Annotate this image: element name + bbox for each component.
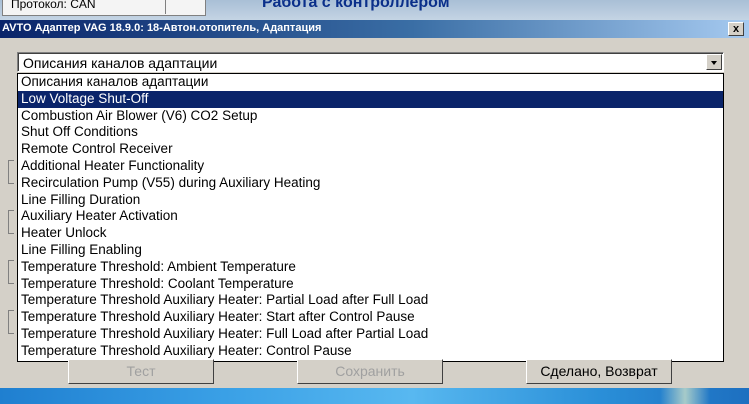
select-value: Описания каналов адаптации [23,55,218,71]
dropdown-option[interactable]: Auxiliary Heater Activation [18,208,723,225]
close-button[interactable]: x [728,22,744,36]
dropdown-option[interactable]: Temperature Threshold Auxiliary Heater: … [18,343,723,360]
adaptation-dialog: AVTO Адаптер VAG 18.9.0: 18-Автон.отопит… [0,20,749,388]
dialog-titlebar[interactable]: AVTO Адаптер VAG 18.9.0: 18-Автон.отопит… [0,20,749,38]
test-button-label: Тест [126,363,156,379]
hidden-control-edge [8,160,14,184]
chevron-down-icon[interactable] [706,54,722,70]
save-button[interactable]: Сохранить [297,359,443,384]
dropdown-option[interactable]: Temperature Threshold: Coolant Temperatu… [18,276,723,293]
dropdown-option[interactable]: Temperature Threshold Auxiliary Heater: … [18,326,723,343]
adaptation-channel-list[interactable]: Описания каналов адаптации Low Voltage Sh… [17,73,724,362]
page-heading: Работа с контроллером [262,0,450,11]
dropdown-option[interactable]: Heater Unlock [18,225,723,242]
dropdown-option[interactable]: Temperature Threshold: Ambient Temperatu… [18,259,723,276]
adaptation-channel-select[interactable]: Описания каналов адаптации [17,52,724,72]
save-button-label: Сохранить [335,363,405,379]
dropdown-option[interactable]: Line Filling Duration [18,192,723,209]
dialog-title: AVTO Адаптер VAG 18.9.0: 18-Автон.отопит… [2,22,322,34]
test-button[interactable]: Тест [68,359,214,384]
protocol-field: Протокол: CAN [2,0,206,16]
dropdown-option[interactable]: Описания каналов адаптации [18,74,723,91]
hidden-control-edge [8,210,14,234]
dropdown-option[interactable]: Temperature Threshold Auxiliary Heater: … [18,292,723,309]
protocol-label: Протокол: CAN [11,0,96,11]
dropdown-option[interactable]: Shut Off Conditions [18,124,723,141]
dropdown-option[interactable]: Temperature Threshold Auxiliary Heater: … [18,309,723,326]
close-icon: x [732,23,740,35]
hidden-control-edge [8,260,14,284]
dropdown-option[interactable]: Low Voltage Shut-Off [18,90,723,108]
dropdown-option[interactable]: Combustion Air Blower (V6) CO2 Setup [18,108,723,125]
dropdown-option[interactable]: Additional Heater Functionality [18,158,723,175]
done-return-button[interactable]: Сделано, Возврат [526,359,672,384]
hidden-control-edge [8,310,14,334]
taskbar-highlight [660,388,710,404]
dropdown-option[interactable]: Line Filling Enabling [18,242,723,259]
taskbar [0,388,749,404]
dropdown-option[interactable]: Recirculation Pump (V55) during Auxiliar… [18,175,723,192]
protocol-divider [165,0,166,14]
dropdown-option[interactable]: Remote Control Receiver [18,141,723,158]
done-button-label: Сделано, Возврат [540,363,658,379]
